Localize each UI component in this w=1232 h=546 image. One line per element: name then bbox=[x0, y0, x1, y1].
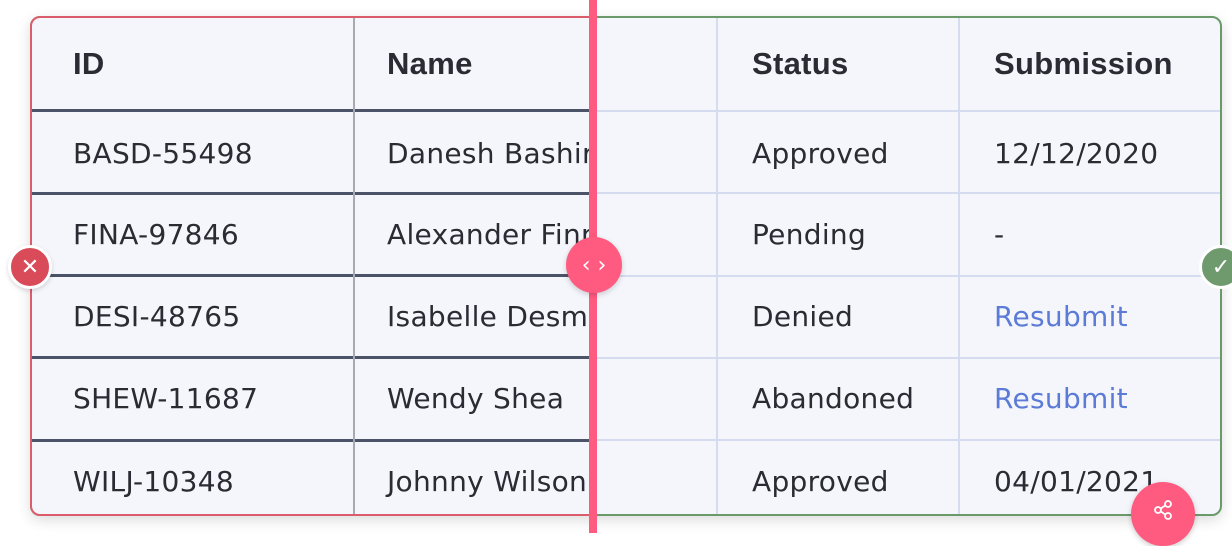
name-cell: Isabelle Desmarais bbox=[387, 300, 592, 333]
id-cell: WILJ-10348 bbox=[73, 465, 234, 498]
id-cell: BASD-55498 bbox=[73, 137, 253, 170]
status-cell: Denied bbox=[752, 300, 854, 333]
row-divider bbox=[32, 192, 592, 195]
resubmit-link[interactable]: Resubmit bbox=[994, 385, 1128, 413]
column-divider bbox=[958, 18, 960, 514]
share-button[interactable] bbox=[1131, 482, 1195, 546]
header-divider bbox=[32, 109, 592, 112]
share-icon bbox=[1154, 500, 1172, 520]
name-cell: Alexander Finn bbox=[387, 218, 592, 251]
status-cell: Abandoned bbox=[752, 382, 915, 415]
table-version-left: ID Name BASD-55498 Danesh Bashir FINA-97… bbox=[30, 16, 592, 516]
name-cell: Danesh Bashir bbox=[387, 137, 592, 170]
status-cell: Approved bbox=[752, 137, 889, 170]
comparison-handle[interactable]: ‹ › bbox=[566, 237, 622, 293]
column-header-name: Name bbox=[387, 46, 473, 81]
status-cell: Pending bbox=[752, 218, 867, 251]
column-divider bbox=[353, 18, 355, 514]
id-cell: DESI-48765 bbox=[73, 300, 241, 333]
submission-cell: 12/12/2020 bbox=[994, 137, 1159, 170]
column-header-submission: Submission bbox=[994, 46, 1173, 81]
column-header-id: ID bbox=[73, 46, 105, 81]
column-divider bbox=[716, 18, 718, 514]
row-divider bbox=[32, 274, 592, 277]
name-cell: Wendy Shea bbox=[387, 382, 565, 415]
column-header-status: Status bbox=[752, 46, 849, 81]
resubmit-link[interactable]: Resubmit bbox=[994, 303, 1128, 331]
name-cell: Johnny Wilson bbox=[387, 465, 588, 498]
status-cell: Approved bbox=[752, 465, 889, 498]
id-cell: SHEW-11687 bbox=[73, 382, 259, 415]
close-icon: ✕ bbox=[8, 245, 52, 289]
row-divider bbox=[32, 439, 592, 442]
id-cell: FINA-97846 bbox=[73, 218, 240, 251]
row-divider bbox=[32, 356, 592, 359]
submission-cell: - bbox=[994, 218, 1005, 251]
submission-cell: 04/01/2021 bbox=[994, 465, 1159, 498]
arrows-left-right-icon: ‹ › bbox=[581, 252, 607, 278]
